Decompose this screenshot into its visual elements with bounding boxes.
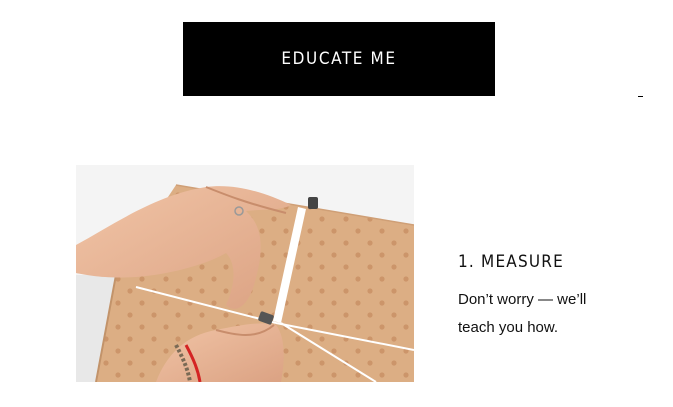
educate-me-button[interactable]: EDUCATE ME <box>183 22 495 96</box>
measuring-box-illustration <box>76 165 414 382</box>
small-dash-mark <box>638 96 643 97</box>
step-description: Don’t worry — we’ll teach you how. <box>458 291 587 336</box>
step-title: 1. MEASURE <box>458 252 564 272</box>
educate-me-label: EDUCATE ME <box>281 49 397 69</box>
step-measure: 1. MEASURE Don’t worry — we’ll teach you… <box>458 252 648 342</box>
measuring-box-photo <box>76 165 414 382</box>
